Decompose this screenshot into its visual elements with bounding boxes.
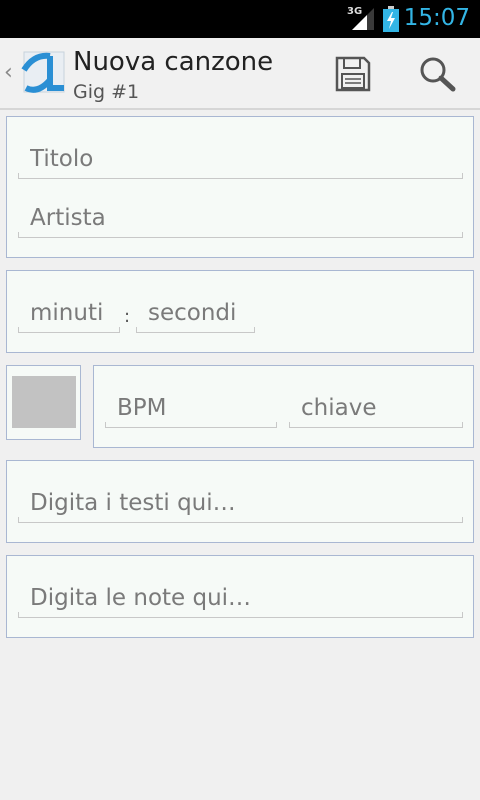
search-icon: [420, 57, 456, 92]
minutes-underline: [18, 327, 120, 333]
bpm-underline: [105, 422, 277, 428]
seconds-field[interactable]: [136, 293, 255, 333]
time-separator: :: [124, 306, 131, 327]
search-button[interactable]: [415, 54, 459, 94]
key-field[interactable]: [289, 388, 463, 428]
action-bar: ‹ Nuova canzone Gig #1: [0, 38, 480, 110]
color-swatch-fill: [12, 376, 76, 428]
lyrics-underline: [18, 517, 463, 523]
notes-underline: [18, 612, 463, 618]
screen-subtitle: Gig #1: [73, 81, 140, 103]
tempo-key-card: [93, 365, 474, 448]
notes-card: [6, 555, 474, 638]
up-caret-icon[interactable]: ‹: [4, 60, 13, 85]
status-bar: 3G 15:07: [0, 0, 480, 38]
bpm-field[interactable]: [105, 388, 277, 428]
key-underline: [289, 422, 463, 428]
signal-icon: [352, 8, 374, 30]
duration-card: [6, 270, 474, 353]
save-icon: [335, 56, 371, 92]
screen-title: Nuova canzone: [73, 47, 274, 77]
seconds-underline: [136, 327, 255, 333]
artist-field[interactable]: [18, 198, 463, 238]
artist-underline: [18, 232, 463, 238]
song-title-field[interactable]: [18, 139, 463, 179]
color-picker-button[interactable]: [6, 365, 81, 440]
app-logo-icon[interactable]: [20, 50, 66, 96]
song-title-underline: [18, 173, 463, 179]
save-button[interactable]: [331, 54, 375, 94]
lyrics-card: [6, 460, 474, 543]
minutes-field[interactable]: [18, 293, 120, 333]
lyrics-field[interactable]: [18, 483, 463, 523]
title-artist-card: [6, 116, 474, 258]
battery-charging-icon: [383, 6, 399, 32]
status-clock: 15:07: [403, 5, 470, 31]
notes-field[interactable]: [18, 578, 463, 618]
